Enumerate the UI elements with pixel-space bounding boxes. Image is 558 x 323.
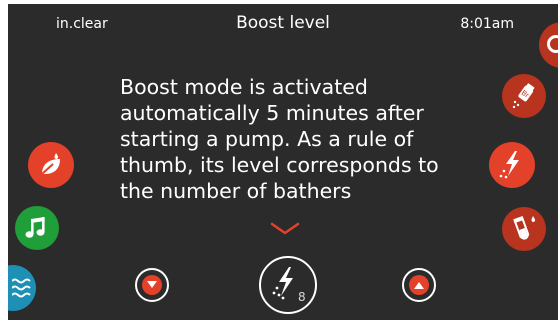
music-button[interactable] bbox=[15, 206, 59, 250]
chevron-down-icon[interactable] bbox=[270, 222, 300, 236]
leaf-drop-icon bbox=[41, 153, 60, 175]
boost-lightning-icon bbox=[499, 151, 519, 179]
info-message: Boost mode is activated automatically 5 … bbox=[120, 75, 439, 203]
boost-lightning-icon bbox=[272, 267, 293, 300]
boost-menu-button[interactable] bbox=[489, 142, 535, 188]
music-note-icon bbox=[25, 217, 45, 238]
decrease-button[interactable] bbox=[135, 268, 169, 302]
clock: 8:01am bbox=[460, 16, 514, 32]
bromine-button[interactable]: Br bbox=[502, 74, 546, 118]
partial-icon bbox=[547, 35, 558, 53]
sanitizer-button[interactable] bbox=[28, 142, 74, 188]
bromine-shaker-icon: Br bbox=[512, 83, 535, 109]
device-frame: in.clear Boost level 8:01am Boost mode i… bbox=[0, 0, 558, 323]
boost-level-value: 8 bbox=[298, 290, 306, 304]
boost-level-dial: 8 bbox=[259, 256, 317, 314]
test-button[interactable] bbox=[502, 207, 546, 251]
test-tube-icon bbox=[513, 216, 536, 240]
water-care-button[interactable] bbox=[8, 265, 36, 311]
screen: in.clear Boost level 8:01am Boost mode i… bbox=[8, 4, 558, 320]
increase-button[interactable] bbox=[402, 268, 436, 302]
water-waves-icon bbox=[12, 278, 31, 298]
increase-arrow-icon bbox=[409, 275, 429, 295]
decrease-arrow-icon bbox=[142, 275, 162, 295]
